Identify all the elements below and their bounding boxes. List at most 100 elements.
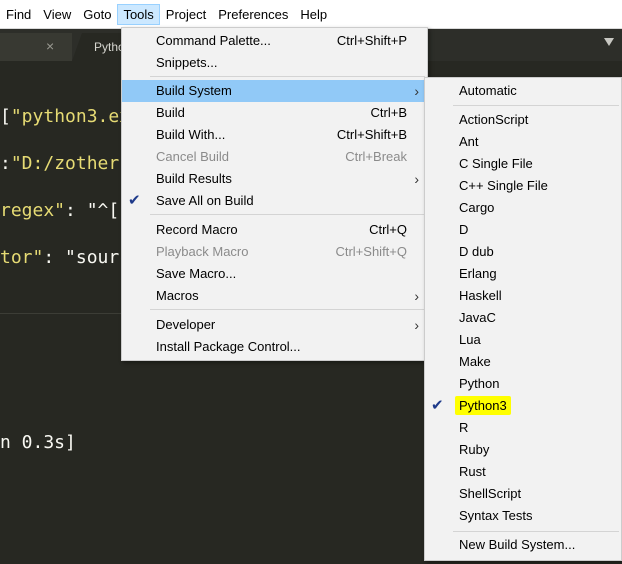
menu-separator	[150, 309, 425, 310]
menu-separator	[150, 214, 425, 215]
menu-item-label: Snippets...	[156, 55, 218, 70]
menu-item-label: Build Results	[156, 171, 232, 186]
build-system-automatic[interactable]: Automatic	[425, 80, 621, 102]
menu-item-label: Command Palette...	[156, 33, 271, 48]
chevron-right-icon: ›	[414, 317, 419, 333]
menu-item-snippets[interactable]: Snippets...	[122, 52, 427, 74]
checkmark-icon: ✔	[128, 192, 141, 209]
build-system-haskell[interactable]: Haskell	[425, 285, 621, 307]
menu-item-label: Automatic	[459, 83, 517, 98]
build-system-syntax-tests[interactable]: Syntax Tests	[425, 505, 621, 527]
menu-item-shortcut: Ctrl+Break	[345, 149, 407, 164]
menu-item-developer[interactable]: Developer ›	[122, 314, 427, 336]
build-system-ant[interactable]: Ant	[425, 131, 621, 153]
build-system-ruby[interactable]: Ruby	[425, 439, 621, 461]
menu-help[interactable]: Help	[294, 4, 333, 25]
code-line: tor": "sourc	[0, 247, 130, 268]
checkmark-icon: ✔	[431, 397, 444, 414]
menu-bar: Find View Goto Tools Project Preferences…	[0, 0, 622, 29]
code-line: regex": "^[	[0, 200, 119, 221]
build-system-d-dub[interactable]: D dub	[425, 241, 621, 263]
menu-item-save-macro[interactable]: Save Macro...	[122, 263, 427, 285]
menu-item-record-macro[interactable]: Record Macro Ctrl+Q	[122, 219, 427, 241]
menu-item-playback-macro: Playback Macro Ctrl+Shift+Q	[122, 241, 427, 263]
menu-item-command-palette[interactable]: Command Palette... Ctrl+Shift+P	[122, 30, 427, 52]
output-line: n 0.3s]	[0, 432, 76, 453]
build-system-javac[interactable]: JavaC	[425, 307, 621, 329]
tab-list-dropdown-icon[interactable]	[604, 38, 614, 46]
menu-item-label: D	[459, 222, 469, 237]
menu-item-label: Cargo	[459, 200, 495, 215]
menu-project[interactable]: Project	[160, 4, 212, 25]
menu-item-label: Playback Macro	[156, 244, 249, 259]
menu-preferences[interactable]: Preferences	[212, 4, 294, 25]
build-system-cargo[interactable]: Cargo	[425, 197, 621, 219]
menu-item-label: D dub	[459, 244, 494, 259]
menu-item-label: R	[459, 420, 469, 435]
build-system-c-single-file[interactable]: C Single File	[425, 153, 621, 175]
tab-label: Pytho	[94, 40, 124, 54]
build-system-d[interactable]: D	[425, 219, 621, 241]
menu-item-label: Ant	[459, 134, 479, 149]
menu-item-label: Build	[156, 105, 185, 120]
menu-item-cancel-build: Cancel Build Ctrl+Break	[122, 146, 427, 168]
menu-item-label: Make	[459, 354, 491, 369]
build-system-r[interactable]: R	[425, 417, 621, 439]
menu-item-label: Record Macro	[156, 222, 238, 237]
menu-item-label: Macros	[156, 288, 199, 303]
build-system-erlang[interactable]: Erlang	[425, 263, 621, 285]
build-system-cpp-single-file[interactable]: C++ Single File	[425, 175, 621, 197]
yellow-highlight-mark: Python3	[455, 396, 511, 415]
menu-item-shortcut: Ctrl+Shift+Q	[335, 244, 407, 259]
menu-item-build-results[interactable]: Build Results ›	[122, 168, 427, 190]
menu-item-save-all-on-build[interactable]: ✔ Save All on Build	[122, 190, 427, 212]
menu-view[interactable]: View	[37, 4, 77, 25]
close-icon[interactable]: ×	[46, 38, 54, 54]
menu-item-label: Ruby	[459, 442, 490, 457]
menu-item-label: Erlang	[459, 266, 497, 281]
build-system-lua[interactable]: Lua	[425, 329, 621, 351]
chevron-right-icon: ›	[414, 171, 419, 187]
menu-item-shortcut: Ctrl+Q	[369, 222, 407, 237]
chevron-right-icon: ›	[414, 83, 419, 99]
menu-item-shortcut: Ctrl+B	[370, 105, 407, 120]
menu-goto[interactable]: Goto	[77, 4, 117, 25]
menu-item-label: Install Package Control...	[156, 339, 301, 354]
menu-item-label: Python	[459, 376, 500, 391]
build-system-submenu: Automatic ActionScript Ant C Single File…	[424, 77, 622, 561]
menu-item-label: Save All on Build	[156, 193, 254, 208]
build-system-python3[interactable]: ✔ Python3	[425, 395, 621, 417]
menu-item-shortcut: Ctrl+Shift+P	[336, 33, 407, 48]
menu-item-label: Rust	[459, 464, 486, 479]
menu-item-build[interactable]: Build Ctrl+B	[122, 102, 427, 124]
menu-item-label: New Build System...	[459, 537, 576, 552]
menu-item-label: Cancel Build	[156, 149, 229, 164]
menu-find[interactable]: Find	[0, 4, 37, 25]
menu-item-label: Build With...	[156, 127, 226, 142]
menu-item-label: Syntax Tests	[459, 508, 533, 523]
menu-item-label: Build System	[156, 83, 232, 98]
tools-menu: Command Palette... Ctrl+Shift+P Snippets.…	[121, 27, 428, 361]
menu-item-install-package-control[interactable]: Install Package Control...	[122, 336, 427, 358]
build-system-shellscript[interactable]: ShellScript	[425, 483, 621, 505]
build-system-rust[interactable]: Rust	[425, 461, 621, 483]
menu-item-build-with[interactable]: Build With... Ctrl+Shift+B	[122, 124, 427, 146]
build-system-python[interactable]: Python	[425, 373, 621, 395]
build-system-make[interactable]: Make	[425, 351, 621, 373]
menu-tools[interactable]: Tools	[117, 3, 160, 25]
code-punct: :	[0, 153, 11, 174]
tab-inactive[interactable]: ×	[0, 33, 72, 61]
menu-item-label: Haskell	[459, 288, 502, 303]
menu-item-label: JavaC	[459, 310, 496, 325]
menu-separator	[453, 531, 619, 532]
code-text: : "^[	[65, 200, 120, 221]
build-system-actionscript[interactable]: ActionScript	[425, 109, 621, 131]
menu-item-label: C Single File	[459, 156, 533, 171]
build-system-new[interactable]: New Build System...	[425, 534, 621, 556]
code-string: tor"	[0, 247, 44, 268]
menu-item-label: C++ Single File	[459, 178, 548, 193]
menu-item-label: Lua	[459, 332, 481, 347]
menu-item-macros[interactable]: Macros ›	[122, 285, 427, 307]
code-string: regex"	[0, 200, 66, 221]
menu-item-build-system[interactable]: Build System ›	[122, 80, 427, 102]
